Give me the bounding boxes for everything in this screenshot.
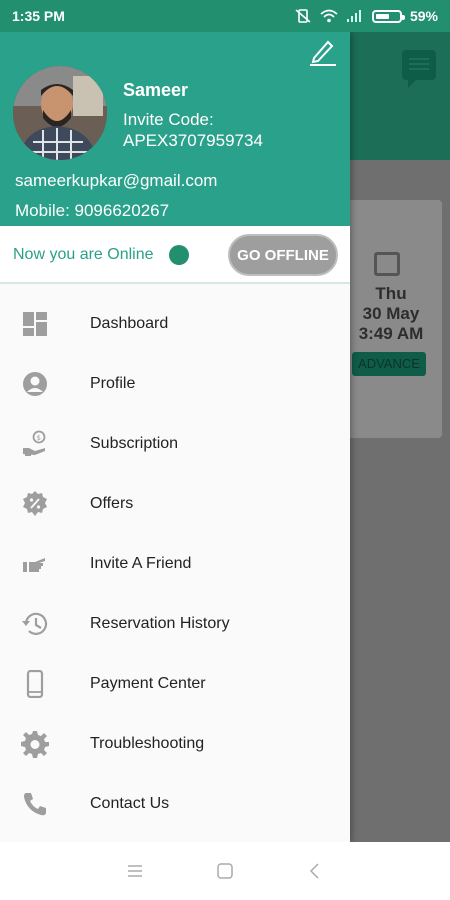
menu-item-contact-us[interactable]: Contact Us [0, 774, 350, 834]
subscription-icon: $ [23, 430, 46, 456]
battery-icon [371, 9, 405, 23]
online-status-row: Now you are Online GO OFFLINE [0, 226, 350, 284]
menu-label: Contact Us [90, 795, 170, 812]
no-vibrate-icon [295, 9, 311, 23]
online-status-text: Now you are Online [13, 246, 154, 263]
status-bar: 1:35 PM 59% [0, 0, 450, 32]
user-mobile: Mobile: 9096620267 [15, 201, 170, 220]
invite-code: APEX3707959734 [123, 131, 263, 150]
menu-label: Profile [90, 375, 136, 392]
svg-text:$: $ [37, 434, 41, 442]
advance-badge: ADVANCE [352, 352, 426, 376]
menu-item-subscription[interactable]: $ Subscription [0, 414, 350, 474]
avatar[interactable] [13, 66, 107, 160]
menu-item-reservation-history[interactable]: Reservation History [0, 594, 350, 654]
user-name: Sameer [123, 80, 189, 100]
menu-label: Offers [90, 495, 134, 512]
invite-icon [23, 558, 45, 572]
profile-icon [23, 372, 47, 396]
drawer-header: Sameer Invite Code: APEX3707959734 samee… [0, 32, 350, 226]
phone-icon [26, 670, 44, 698]
card-date: 30 May [362, 304, 420, 323]
menu-label: Troubleshooting [90, 735, 205, 752]
menu-nav-icon[interactable] [125, 861, 145, 881]
menu-item-payment-center[interactable]: Payment Center [0, 654, 350, 714]
menu-label: Dashboard [90, 315, 169, 332]
drawer-menu: Dashboard Profile $ Subscription Offers … [0, 294, 350, 834]
wifi-icon [320, 9, 338, 23]
status-time: 1:35 PM [12, 8, 65, 24]
menu-label: Subscription [90, 435, 179, 452]
dashboard-icon [23, 312, 47, 336]
navigation-drawer: Sameer Invite Code: APEX3707959734 samee… [0, 32, 350, 842]
menu-label: Invite A Friend [90, 555, 192, 572]
battery-percent: 59% [409, 8, 438, 24]
online-indicator [169, 245, 189, 265]
call-icon [24, 793, 46, 816]
avatar-image [13, 66, 107, 160]
back-nav-icon[interactable] [305, 861, 325, 881]
menu-item-troubleshooting[interactable]: Troubleshooting [0, 714, 350, 774]
invite-code-label: Invite Code: [123, 110, 214, 129]
offers-icon [23, 491, 47, 516]
user-email: sameerkupkar@gmail.com [15, 171, 218, 190]
history-icon [22, 612, 48, 635]
menu-item-dashboard[interactable]: Dashboard [0, 294, 350, 354]
menu-item-invite-friend[interactable]: Invite A Friend [0, 534, 350, 594]
card-day: Thu [375, 284, 407, 303]
gear-icon [21, 731, 49, 758]
calendar-icon [374, 252, 400, 276]
edit-pencil-icon[interactable] [306, 38, 338, 66]
menu-item-profile[interactable]: Profile [0, 354, 350, 414]
chat-icon[interactable] [402, 50, 436, 88]
menu-label: Payment Center [90, 675, 206, 692]
card-time: 3:49 AM [358, 324, 424, 343]
home-nav-icon[interactable] [215, 861, 235, 881]
system-navigation-bar [0, 842, 450, 900]
menu-item-offers[interactable]: Offers [0, 474, 350, 534]
signal-icon [346, 10, 361, 22]
menu-label: Reservation History [90, 615, 230, 632]
go-offline-button[interactable]: GO OFFLINE [228, 234, 338, 276]
